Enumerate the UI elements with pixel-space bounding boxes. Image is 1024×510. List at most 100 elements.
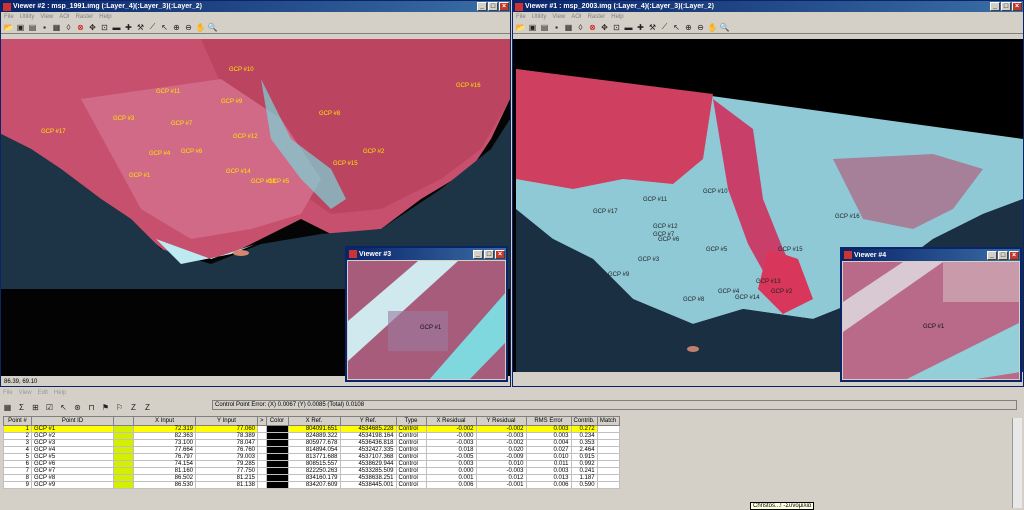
- menu-raster[interactable]: Raster: [76, 14, 94, 20]
- gcp-label[interactable]: GCP #11: [643, 197, 667, 203]
- eraser-icon[interactable]: ◊: [576, 23, 585, 32]
- table-icon[interactable]: ▦: [3, 403, 12, 412]
- cell-marker[interactable]: [113, 453, 134, 461]
- cancel-icon[interactable]: ⊗: [76, 23, 85, 32]
- table-cell[interactable]: 77.060: [195, 425, 258, 433]
- cell-marker[interactable]: [113, 439, 134, 447]
- minimize-icon[interactable]: _: [477, 2, 487, 11]
- table-cell[interactable]: Control: [395, 432, 427, 440]
- z-next-icon[interactable]: Z: [143, 403, 152, 412]
- check-icon[interactable]: ☑: [45, 403, 54, 412]
- col-x-ref[interactable]: X Ref.: [287, 416, 341, 426]
- col-type[interactable]: Type: [395, 416, 427, 426]
- menu-view[interactable]: View: [552, 14, 565, 20]
- gcp-label[interactable]: GCP #6: [181, 149, 202, 155]
- gcp-tool-icon[interactable]: ⊛: [73, 403, 82, 412]
- col-y-input[interactable]: Y Input: [195, 416, 258, 426]
- info-icon[interactable]: 🔍: [720, 23, 730, 32]
- cell-color[interactable]: [265, 446, 289, 454]
- table-cell[interactable]: 834160.179: [287, 474, 341, 482]
- table-cell[interactable]: GCP #9: [31, 481, 114, 489]
- print-icon[interactable]: ▦: [564, 23, 573, 32]
- maximize-icon[interactable]: □: [488, 2, 498, 11]
- extent-icon[interactable]: ⊡: [100, 23, 109, 32]
- cell-marker[interactable]: [113, 425, 134, 433]
- table-cell[interactable]: 79.003: [195, 453, 258, 461]
- z-icon[interactable]: Z: [129, 403, 138, 412]
- gcp-label[interactable]: GCP #3: [113, 116, 134, 122]
- table-cell[interactable]: 834207.609: [287, 481, 341, 489]
- table-cell[interactable]: -0.009: [475, 453, 527, 461]
- table-cell[interactable]: 81.160: [133, 467, 196, 475]
- col-contrib[interactable]: Contrib.: [570, 416, 598, 426]
- minimize-icon[interactable]: _: [987, 250, 997, 260]
- select-arrow-icon[interactable]: ↖: [59, 403, 68, 412]
- table-cell[interactable]: 824889.322: [287, 432, 341, 440]
- profile-icon[interactable]: ⟋: [148, 22, 157, 32]
- table-cell[interactable]: GCP #2: [31, 432, 114, 440]
- menu-file[interactable]: File: [3, 390, 13, 396]
- table-cell[interactable]: [596, 432, 620, 440]
- viewer1-titlebar[interactable]: Viewer #1 : msp_2003.img (:Layer_4)(:Lay…: [513, 1, 1023, 12]
- gcp-label[interactable]: GCP #12: [653, 224, 678, 230]
- gcp-label[interactable]: GCP #16: [835, 214, 860, 220]
- col-blank[interactable]: [113, 416, 134, 426]
- gcp-label[interactable]: GCP #10: [703, 189, 728, 195]
- col-x-residual[interactable]: X Residual: [425, 416, 477, 426]
- viewer3-chip-image[interactable]: GCP #1: [348, 261, 505, 379]
- gcp-label[interactable]: GCP #2: [771, 289, 792, 295]
- table-cell[interactable]: -0.003: [425, 439, 477, 447]
- menu-view[interactable]: View: [19, 390, 32, 396]
- table-cell[interactable]: 0.001: [425, 474, 477, 482]
- cell-marker[interactable]: [113, 474, 134, 482]
- table-cell[interactable]: 0.590: [570, 481, 598, 489]
- table-cell[interactable]: 0.353: [570, 439, 598, 447]
- table-cell[interactable]: 4536436.818: [339, 439, 397, 447]
- open-layer-icon[interactable]: ▣: [16, 23, 25, 32]
- table-cell[interactable]: 9: [3, 481, 32, 489]
- cell-color[interactable]: [265, 474, 289, 482]
- table-cell[interactable]: GCP #7: [31, 467, 114, 475]
- table-row[interactable]: 2 GCP #2 82.363 78.389 824889.322 4534198.164…: [3, 432, 620, 440]
- gcp-label[interactable]: GCP #1: [420, 325, 441, 331]
- lock-icon[interactable]: ⊓: [87, 403, 96, 412]
- gcp-label[interactable]: GCP #8: [683, 297, 704, 303]
- table-cell[interactable]: [596, 425, 620, 433]
- table-cell[interactable]: Control: [395, 453, 427, 461]
- gcp-label[interactable]: GCP #9: [608, 272, 629, 278]
- table-cell[interactable]: 4534685.228: [339, 425, 397, 433]
- gcp-label[interactable]: GCP #4: [149, 151, 170, 157]
- table-cell[interactable]: -0.000: [425, 432, 477, 440]
- table-cell[interactable]: 1: [3, 425, 32, 433]
- viewer4-titlebar[interactable]: Viewer #4 _ □ ×: [842, 249, 1020, 261]
- table-cell[interactable]: -0.002: [475, 439, 527, 447]
- table-cell[interactable]: 808515.557: [287, 460, 341, 468]
- print-icon[interactable]: ▦: [52, 23, 61, 32]
- table-cell[interactable]: 0.000: [425, 467, 477, 475]
- pan-hand-icon[interactable]: ✋: [708, 23, 718, 32]
- cell-marker[interactable]: [113, 481, 134, 489]
- gcp-label[interactable]: GCP #14: [735, 295, 760, 301]
- table-cell[interactable]: 814894.054: [287, 446, 341, 454]
- select-arrow-icon[interactable]: ↖: [672, 23, 681, 32]
- table-cell[interactable]: -0.002: [475, 425, 527, 433]
- gcp-label[interactable]: GCP #17: [41, 129, 66, 135]
- table-cell[interactable]: 3: [3, 439, 32, 447]
- viewer3-titlebar[interactable]: Viewer #3 _ □ ×: [347, 248, 506, 260]
- cell-marker[interactable]: [113, 460, 134, 468]
- table-cell[interactable]: 73.100: [133, 439, 196, 447]
- menu-help[interactable]: Help: [611, 14, 623, 20]
- table-cell[interactable]: 0.006: [525, 481, 572, 489]
- close-icon[interactable]: ×: [1009, 250, 1019, 260]
- table-row[interactable]: 3 GCP #3 73.100 78.047 805977.678 4536436.818…: [3, 439, 620, 447]
- table-cell[interactable]: 0.010: [475, 460, 527, 468]
- table-cell[interactable]: -0.001: [475, 481, 527, 489]
- gcp-label[interactable]: GCP #16: [456, 83, 481, 89]
- table-cell[interactable]: Control: [395, 446, 427, 454]
- table-cell[interactable]: 822250.263: [287, 467, 341, 475]
- table-cell[interactable]: GCP #1: [31, 425, 114, 433]
- gcp-label[interactable]: GCP #14: [226, 169, 251, 175]
- table-cell[interactable]: Control: [395, 467, 427, 475]
- cell-color[interactable]: [265, 467, 289, 475]
- gcp-label[interactable]: GCP #6: [658, 237, 679, 243]
